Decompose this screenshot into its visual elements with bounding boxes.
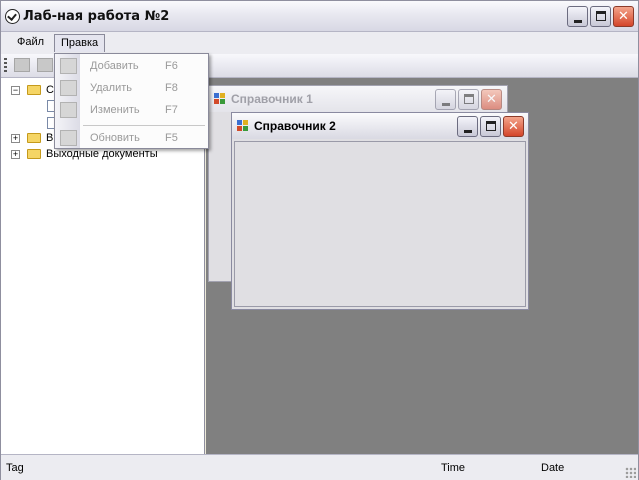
menu-separator bbox=[83, 125, 205, 126]
status-tag: Tag bbox=[6, 462, 24, 474]
folder-icon bbox=[27, 149, 41, 159]
child-title-bar[interactable]: Справочник 2 ✕ bbox=[232, 113, 528, 139]
menu-item-label: Удалить bbox=[90, 82, 132, 94]
close-icon: ✕ bbox=[618, 9, 629, 24]
status-date: Date bbox=[541, 462, 565, 474]
menu-item-shortcut: F6 bbox=[165, 60, 178, 72]
close-button[interactable]: ✕ bbox=[503, 116, 524, 137]
menu-item-refresh[interactable]: Обновить F5 bbox=[55, 127, 208, 149]
menu-file[interactable]: Файл bbox=[11, 34, 50, 52]
maximize-button[interactable] bbox=[590, 6, 611, 27]
child-window-2[interactable]: Справочник 2 ✕ bbox=[231, 112, 529, 310]
toolbar-delete-icon[interactable] bbox=[37, 58, 53, 72]
menu-item-label: Изменить bbox=[90, 104, 140, 116]
tree-node-label: В bbox=[46, 132, 54, 144]
refresh-icon bbox=[60, 130, 77, 146]
minimize-button[interactable] bbox=[457, 116, 478, 137]
maximize-button[interactable] bbox=[458, 89, 479, 110]
menu-item-edit[interactable]: Изменить F7 bbox=[55, 99, 208, 121]
main-window: Лаб-ная работа №2 ✕ Файл Правка − С + В … bbox=[0, 0, 639, 480]
title-bar[interactable]: Лаб-ная работа №2 ✕ bbox=[1, 1, 638, 32]
form-icon bbox=[214, 93, 226, 105]
status-time: Time bbox=[441, 462, 466, 474]
menu-item-shortcut: F7 bbox=[165, 104, 178, 116]
resize-grip[interactable] bbox=[625, 467, 636, 478]
folder-open-icon bbox=[27, 85, 41, 95]
tree-node-label: С bbox=[46, 84, 54, 96]
form-icon bbox=[237, 120, 249, 132]
menu-item-add[interactable]: Добавить F6 bbox=[55, 55, 208, 77]
menu-item-shortcut: F5 bbox=[165, 132, 178, 144]
app-icon[interactable] bbox=[5, 9, 20, 24]
tree-node-label: Выходные документы bbox=[46, 148, 158, 160]
menu-item-delete[interactable]: Удалить F8 bbox=[55, 77, 208, 99]
child-title-bar[interactable]: Справочник 1 ✕ bbox=[209, 86, 507, 112]
maximize-icon bbox=[464, 94, 474, 104]
collapse-icon[interactable]: − bbox=[11, 86, 20, 95]
minimize-icon bbox=[442, 103, 450, 106]
minimize-icon bbox=[574, 20, 582, 23]
maximize-icon bbox=[486, 121, 496, 131]
menu-item-label: Обновить bbox=[90, 132, 140, 144]
expand-icon[interactable]: + bbox=[11, 150, 20, 159]
maximize-button[interactable] bbox=[480, 116, 501, 137]
child-client-area bbox=[234, 141, 526, 307]
toolbar-grip[interactable] bbox=[4, 58, 7, 74]
minimize-icon bbox=[464, 130, 472, 133]
status-bar: Tag Time Date bbox=[1, 454, 638, 480]
maximize-icon bbox=[596, 11, 606, 21]
folder-icon bbox=[27, 133, 41, 143]
menu-edit[interactable]: Правка bbox=[54, 34, 106, 52]
minimize-button[interactable] bbox=[567, 6, 588, 27]
expand-icon[interactable]: + bbox=[11, 134, 20, 143]
edit-record-icon bbox=[60, 102, 77, 118]
menu-item-label: Добавить bbox=[90, 60, 139, 72]
delete-record-icon bbox=[60, 80, 77, 96]
menu-item-shortcut: F8 bbox=[165, 82, 178, 94]
menu-bar: Файл Правка bbox=[1, 32, 638, 54]
edit-dropdown-menu: Добавить F6 Удалить F8 Изменить F7 Обнов… bbox=[54, 53, 209, 149]
add-record-icon bbox=[60, 58, 77, 74]
close-icon: ✕ bbox=[486, 92, 497, 107]
minimize-button[interactable] bbox=[435, 89, 456, 110]
toolbar-add-icon[interactable] bbox=[14, 58, 30, 72]
close-button[interactable]: ✕ bbox=[481, 89, 502, 110]
window-title: Лаб-ная работа №2 bbox=[23, 9, 170, 24]
close-icon: ✕ bbox=[508, 119, 519, 134]
child-title: Справочник 2 bbox=[254, 119, 336, 133]
mdi-client-area: Справочник 1 ✕ Справочник 2 ✕ bbox=[206, 78, 638, 454]
child-title: Справочник 1 bbox=[231, 92, 313, 106]
close-button[interactable]: ✕ bbox=[613, 6, 634, 27]
